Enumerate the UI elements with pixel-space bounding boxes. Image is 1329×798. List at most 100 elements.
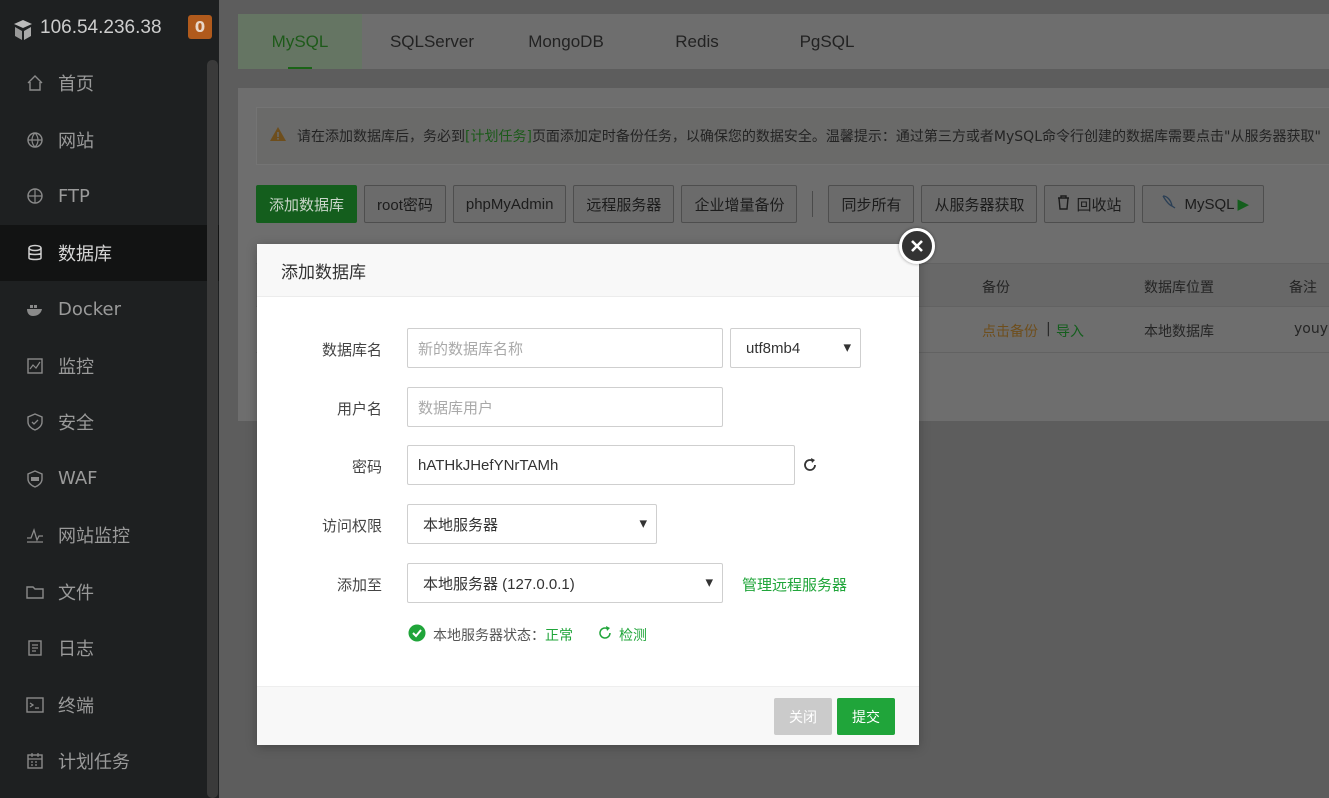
mysql-status-label: MySQL xyxy=(1184,195,1235,213)
access-select[interactable]: 本地服务器 xyxy=(407,504,657,544)
toolbar-divider xyxy=(812,191,814,217)
add-database-button[interactable]: 添加数据库 xyxy=(256,185,358,223)
warning-icon xyxy=(269,126,287,146)
server-ip[interactable]: 106.54.236.38 xyxy=(40,17,162,39)
charset-select[interactable]: utf8mb4 xyxy=(730,328,861,368)
access-row: 访问权限 本地服务器 xyxy=(257,504,919,544)
password-label: 密码 xyxy=(351,458,382,476)
sidebar-item-logs[interactable]: 日志 xyxy=(0,620,219,677)
sidebar-item-label: 网站 xyxy=(58,130,94,152)
refresh-icon[interactable] xyxy=(802,457,818,477)
col-location[interactable]: 数据库位置 xyxy=(1144,277,1214,297)
status-label: 本地服务器状态： xyxy=(433,628,545,644)
site-monitor-icon xyxy=(26,526,44,544)
waf-icon xyxy=(26,469,44,488)
recycle-bin-button[interactable]: 回收站 xyxy=(1044,185,1135,223)
access-label: 访问权限 xyxy=(321,517,382,535)
backup-link[interactable]: 点击备份 xyxy=(982,321,1038,341)
sidebar-item-site-monitor[interactable]: 网站监控 xyxy=(0,507,219,564)
username-row: 用户名 数据库用户 xyxy=(257,387,919,427)
sidebar-item-database[interactable]: 数据库 xyxy=(0,224,219,281)
mysql-status-button[interactable]: MySQL ▶ xyxy=(1141,185,1265,223)
username-input[interactable]: 数据库用户 xyxy=(407,387,723,427)
sidebar-scrollbar[interactable] xyxy=(207,60,218,798)
import-link[interactable]: 导入 xyxy=(1056,321,1084,341)
sidebar-item-website[interactable]: 网站 xyxy=(0,112,219,169)
terminal-icon xyxy=(26,696,44,714)
tab-mysql[interactable]: MySQL xyxy=(238,14,362,69)
sidebar-item-label: FTP xyxy=(58,185,90,207)
remark-cell[interactable]: youy xyxy=(1294,321,1328,337)
link-separator: | xyxy=(1046,321,1051,337)
sidebar-item-home[interactable]: 首页 xyxy=(0,55,219,112)
remote-server-button[interactable]: 远程服务器 xyxy=(573,185,675,223)
shield-icon xyxy=(26,413,44,431)
password-input[interactable]: hATHkJHefYNrTAMh xyxy=(407,445,795,485)
add-to-row: 添加至 本地服务器 (127.0.0.1) 管理远程服务器 xyxy=(257,563,919,603)
fetch-from-server-button[interactable]: 从服务器获取 xyxy=(921,185,1038,223)
toolbar: 添加数据库 root密码 phpMyAdmin 远程服务器 企业增量备份 同步所… xyxy=(256,185,1265,223)
trash-icon xyxy=(1057,194,1070,214)
notice-text-post: 页面添加定时备份任务，以确保您的数据安全。温馨提示：通过第三方或者MySQL命令… xyxy=(531,129,1321,145)
add-to-label: 添加至 xyxy=(336,576,382,594)
sidebar-item-terminal[interactable]: 终端 xyxy=(0,677,219,734)
tab-sqlserver[interactable]: SQLServer xyxy=(362,14,502,69)
sidebar-item-waf[interactable]: WAF xyxy=(0,451,219,508)
backup-notice: 请在添加数据库后，务必到 [计划任务] 页面添加定时备份任务，以确保您的数据安全。温… xyxy=(256,107,1329,165)
notification-badge[interactable]: 0 xyxy=(188,15,212,39)
add-database-dialog: 添加数据库 数据库名 新的数据库名称 utf8mb4 用户名 数据库用户 密码 … xyxy=(257,244,919,745)
submit-button[interactable]: 提交 xyxy=(837,698,895,735)
col-remark[interactable]: 备注 xyxy=(1289,277,1317,297)
sidebar-item-label: 文件 xyxy=(58,582,94,604)
db-name-input[interactable]: 新的数据库名称 xyxy=(407,328,723,368)
sidebar-item-security[interactable]: 安全 xyxy=(0,394,219,451)
manage-remote-link[interactable]: 管理远程服务器 xyxy=(742,574,847,595)
dialog-close-icon[interactable] xyxy=(899,228,935,264)
status-value: 正常 xyxy=(545,628,573,644)
home-icon xyxy=(26,74,44,92)
dolphin-icon xyxy=(1161,194,1179,214)
phpmyadmin-button[interactable]: phpMyAdmin xyxy=(452,185,567,223)
play-icon: ▶ xyxy=(1237,196,1250,213)
sidebar-item-label: 安全 xyxy=(58,413,94,435)
close-button[interactable]: 关闭 xyxy=(774,698,832,735)
sidebar-item-label: 监控 xyxy=(58,356,94,378)
sidebar-nav: 首页 网站 FTP 数据库 Docker 监控 安全 WAF 网站监控 文件 日… xyxy=(0,55,219,790)
sidebar-item-label: 计划任务 xyxy=(58,752,130,774)
sidebar-item-monitor[interactable]: 监控 xyxy=(0,338,219,395)
root-password-button[interactable]: root密码 xyxy=(364,185,446,223)
tab-pgsql[interactable]: PgSQL xyxy=(764,14,890,69)
database-icon xyxy=(26,244,44,262)
sidebar-item-label: 数据库 xyxy=(58,243,112,265)
check-refresh-icon[interactable] xyxy=(597,625,613,645)
db-name-row: 数据库名 新的数据库名称 utf8mb4 xyxy=(257,328,919,368)
sidebar-item-ftp[interactable]: FTP xyxy=(0,168,219,225)
server-logo-icon xyxy=(12,19,32,40)
tab-redis[interactable]: Redis xyxy=(630,14,764,69)
sidebar-item-docker[interactable]: Docker xyxy=(0,281,219,338)
sidebar-item-label: 日志 xyxy=(58,639,94,661)
dialog-title: 添加数据库 xyxy=(257,244,919,297)
tab-mongodb[interactable]: MongoDB xyxy=(502,14,630,69)
folder-icon xyxy=(26,583,44,601)
notice-text-pre: 请在添加数据库后，务必到 xyxy=(297,129,465,145)
server-status: 本地服务器状态： 正常 检测 xyxy=(408,624,647,646)
sidebar-item-label: WAF xyxy=(58,468,98,490)
monitor-icon xyxy=(26,357,44,375)
recycle-bin-label: 回收站 xyxy=(1076,196,1122,214)
col-backup[interactable]: 备份 xyxy=(982,277,1010,297)
username-label: 用户名 xyxy=(336,400,382,418)
sidebar-item-files[interactable]: 文件 xyxy=(0,564,219,621)
check-link[interactable]: 检测 xyxy=(619,625,647,645)
add-to-select[interactable]: 本地服务器 (127.0.0.1) xyxy=(407,563,723,603)
ftp-icon xyxy=(26,187,44,205)
globe-icon xyxy=(26,131,44,149)
cron-link[interactable]: [计划任务] xyxy=(465,126,532,146)
enterprise-backup-button[interactable]: 企业增量备份 xyxy=(681,185,798,223)
sidebar-item-label: Docker xyxy=(58,298,122,320)
sidebar-item-label: 终端 xyxy=(58,695,94,717)
sidebar-item-cron[interactable]: 计划任务 xyxy=(0,733,219,790)
log-icon xyxy=(26,639,44,657)
sidebar: 106.54.236.38 0 首页 网站 FTP 数据库 Docker 监控 … xyxy=(0,0,219,798)
sync-all-button[interactable]: 同步所有 xyxy=(828,185,915,223)
